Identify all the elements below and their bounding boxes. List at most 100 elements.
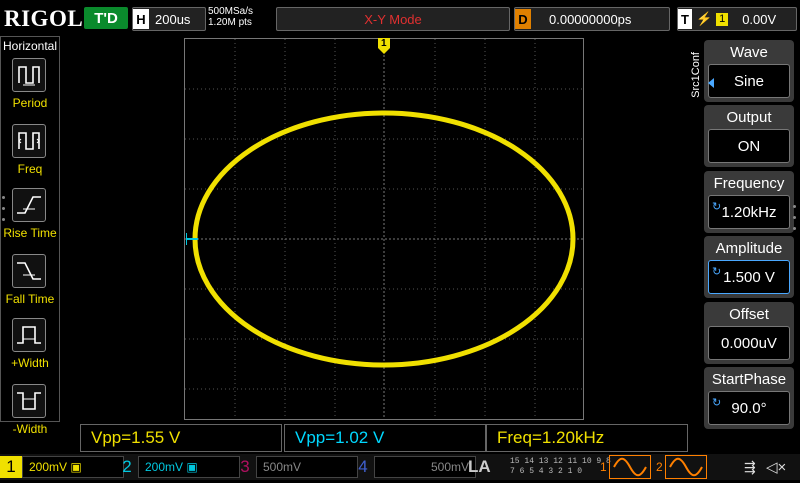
frequency-value[interactable]: ↻ 1.20kHz (708, 195, 790, 229)
amplitude-value[interactable]: ↻ 1.500 V (708, 260, 790, 294)
rise-time-icon (12, 188, 46, 222)
trigger-tag: T (678, 9, 692, 29)
start-phase-label: StartPhase (711, 371, 787, 388)
right-panel-title: Src1Conf (690, 52, 702, 98)
channel-4-scale-text: 500mV (430, 460, 469, 474)
trigger-marker-label: 1 (381, 38, 387, 49)
measure-fall-time-label: Fall Time (5, 292, 55, 306)
amplitude-value-text: 1.500 V (723, 268, 775, 286)
sample-rate: 500MSa/s (208, 6, 254, 17)
source-1-number: 1 (600, 460, 607, 474)
frequency-label: Frequency (713, 175, 785, 192)
freq-icon (12, 124, 46, 158)
pos-width-icon (12, 318, 46, 352)
channel-3-box[interactable]: 3 500mV (234, 456, 358, 478)
channel-1-number: 1 (0, 456, 22, 478)
frequency-value-text: 1.20kHz (721, 203, 777, 221)
la-bits-high: 15 14 13 12 11 10 9 8 (510, 457, 611, 466)
offset-label: Offset (729, 306, 769, 323)
offset-value-text: 0.000uV (721, 334, 777, 352)
delay-tag: D (515, 9, 531, 29)
measure-freq-label: Freq (17, 162, 43, 176)
memory-depth: 1.20M pts (208, 17, 252, 28)
offset-value[interactable]: 0.000uV (708, 326, 790, 360)
channel-offset-marker[interactable] (185, 232, 200, 245)
sine-wave-icon (608, 455, 651, 479)
knob-icon: ↻ (712, 397, 722, 409)
rising-edge-icon: ⚡ (696, 11, 713, 26)
measure-neg-width[interactable]: -Width (4, 382, 56, 444)
measurement-ch1-freq[interactable]: Freq=1.20kHz (486, 424, 688, 452)
trigger-source-badge: 1 (716, 12, 729, 26)
wave-menu[interactable]: Wave Sine (704, 40, 794, 102)
source-2-button[interactable]: 2 (656, 455, 710, 479)
display-mode-box: X-Y Mode (276, 7, 510, 31)
frequency-menu[interactable]: Frequency ↻ 1.20kHz (704, 171, 794, 233)
output-value[interactable]: ON (708, 129, 790, 163)
wave-value-text: Sine (733, 72, 765, 90)
channel-4-number: 4 (358, 457, 368, 476)
measure-period[interactable]: Period (4, 56, 56, 118)
la-bits-low: 7 6 5 4 3 2 1 0 (510, 467, 583, 476)
xy-display-grid (184, 38, 584, 420)
wave-arrow-icon (708, 78, 714, 88)
offset-menu[interactable]: Offset 0.000uV (704, 302, 794, 364)
output-value-text: ON (737, 137, 761, 155)
measurement-ch2-vpp[interactable]: Vpp=1.02 V (284, 424, 486, 452)
channel-2-scale: 200mV ▣ (138, 456, 240, 478)
source-2-number: 2 (656, 460, 663, 474)
wave-label: Wave (730, 44, 768, 61)
measure-pos-width[interactable]: +Width (4, 316, 56, 378)
channel-3-number: 3 (240, 457, 250, 476)
measure-period-label: Period (12, 96, 48, 110)
logic-analyzer-button[interactable]: LA (468, 456, 508, 478)
measure-rise-time[interactable]: Rise Time (3, 186, 57, 248)
measure-rise-time-label: Rise Time (3, 226, 57, 240)
wave-value[interactable]: Sine (708, 64, 790, 98)
channel-4-box[interactable]: 4 500mV (352, 456, 476, 478)
left-scroll-dots (2, 196, 6, 229)
horizontal-tag: H (133, 9, 149, 29)
sine-wave-icon (664, 455, 707, 479)
left-panel-title: Horizontal (2, 39, 58, 53)
amplitude-label: Amplitude (715, 240, 783, 257)
measure-neg-width-label: -Width (12, 422, 48, 436)
channel-3-scale-text: 500mV (263, 460, 302, 474)
start-phase-menu[interactable]: StartPhase ↻ 90.0° (704, 367, 794, 429)
knob-icon: ↻ (712, 201, 722, 213)
horizontal-timebase-box[interactable]: H 200us (132, 7, 206, 31)
period-icon (12, 58, 46, 92)
channel-3-scale: 500mV (256, 456, 358, 478)
amplitude-menu[interactable]: Amplitude ↻ 1.500 V (704, 236, 794, 298)
logic-analyzer-bits: 15 14 13 12 11 10 9 8 7 6 5 4 3 2 1 0 (510, 457, 611, 477)
measure-freq[interactable]: Freq (4, 122, 56, 184)
trigger-box[interactable]: T ⚡ 1 0.00V (677, 7, 797, 31)
output-menu[interactable]: Output ON (704, 105, 794, 167)
channel-2-scale-text: 200mV (145, 460, 184, 474)
delay-value: 0.00000000ps (549, 11, 632, 27)
display-mode-label: X-Y Mode (364, 11, 422, 27)
neg-width-icon (12, 384, 46, 418)
channel-2-number: 2 (122, 457, 132, 476)
measure-fall-time[interactable]: Fall Time (4, 252, 56, 314)
speaker-mute-icon[interactable]: ◁× (766, 458, 786, 476)
xy-waveform-plot (185, 39, 583, 419)
trigger-level-value: 0.00V (742, 11, 777, 27)
channel-1-box[interactable]: 1 200mV ▣ (0, 456, 124, 478)
usb-icon: ⇶ (744, 459, 756, 475)
trigger-position-marker[interactable]: 1 (378, 38, 390, 54)
knob-icon: ↻ (712, 266, 722, 278)
channel-2-box[interactable]: 2 200mV ▣ (116, 456, 240, 478)
fall-time-icon (12, 254, 46, 288)
channel-1-scale-text: 200mV (29, 460, 68, 474)
start-phase-value[interactable]: ↻ 90.0° (708, 391, 790, 425)
acquisition-info: 500MSa/s 1.20M pts (208, 6, 253, 28)
trigger-status-badge: T'D (84, 7, 128, 29)
right-scroll-dots (793, 205, 796, 238)
horizontal-scale-value: 200us (155, 11, 191, 27)
measurement-ch1-vpp[interactable]: Vpp=1.55 V (80, 424, 282, 452)
channel-1-scale: 200mV ▣ (22, 456, 124, 478)
delay-box[interactable]: D 0.00000000ps (514, 7, 670, 31)
source-1-button[interactable]: 1 (600, 455, 654, 479)
measure-pos-width-label: +Width (11, 356, 49, 370)
